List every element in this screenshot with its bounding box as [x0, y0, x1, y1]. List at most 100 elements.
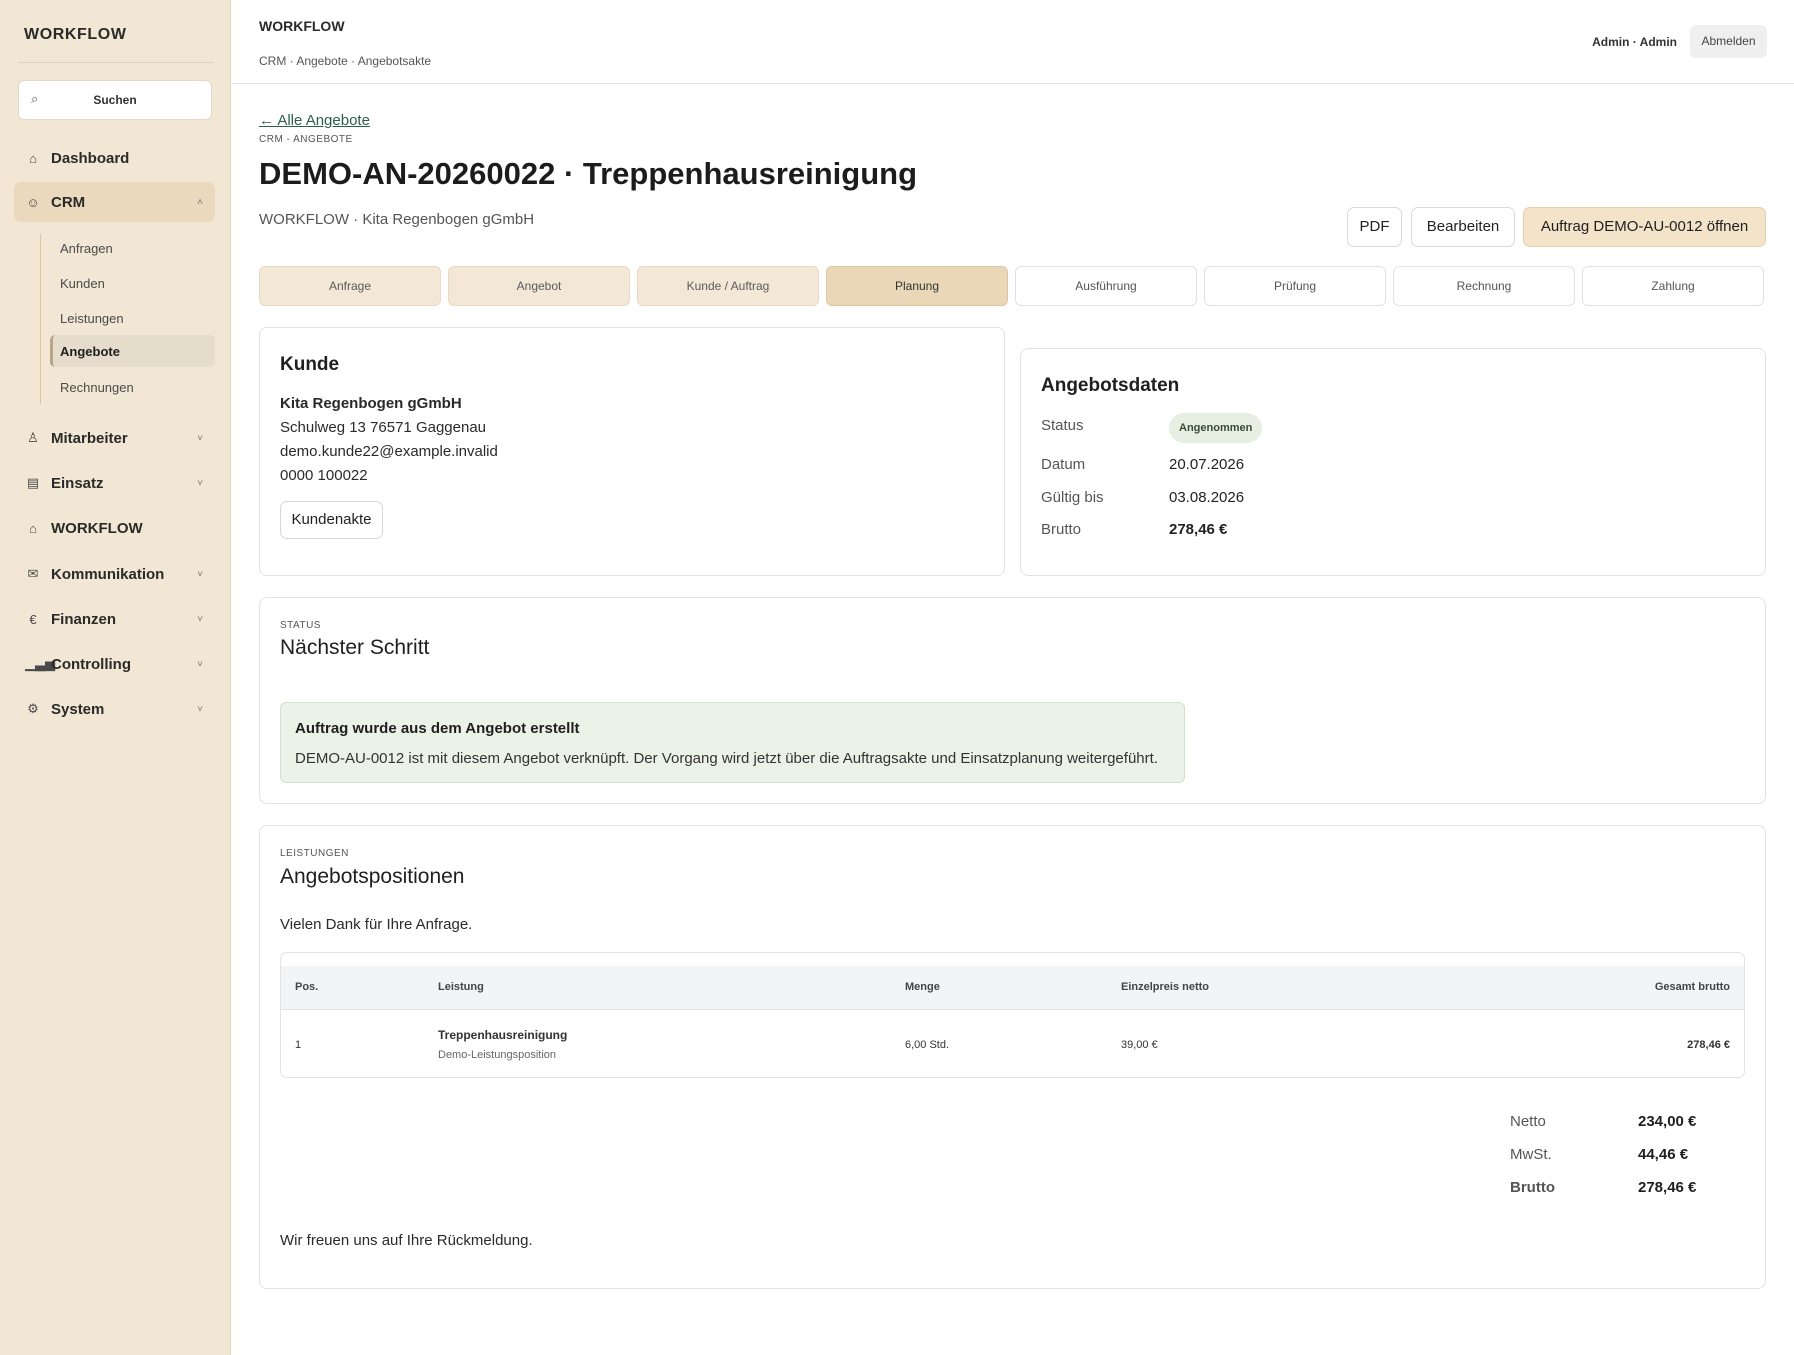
column-header-menge: Menge — [905, 981, 940, 993]
home-icon: ⌂ — [29, 520, 37, 536]
column-header-gesamt: Gesamt brutto — [1654, 981, 1730, 993]
sidebar-brand: WORKFLOW — [24, 26, 127, 43]
step-pruefung[interactable]: Prüfung — [1204, 266, 1386, 306]
pdf-button[interactable]: PDF — [1347, 207, 1402, 247]
gear-icon: ⚙ — [27, 701, 39, 716]
chevron-down-icon: ˅ — [197, 658, 203, 670]
next-step-eyebrow: STATUS — [280, 620, 321, 631]
mail-icon: ✉ — [27, 566, 39, 581]
offer-data-card: Angebotsdaten Status Angenommen Datum 20… — [1020, 348, 1766, 576]
step-anfrage[interactable]: Anfrage — [259, 266, 441, 306]
column-header-pos: Pos. — [295, 981, 319, 993]
sidebar-item-crm[interactable]: ☺ CRM ˄ — [14, 182, 215, 222]
sidebar-item-label: Finanzen — [51, 610, 117, 628]
step-rechnung[interactable]: Rechnung — [1393, 266, 1575, 306]
step-zahlung[interactable]: Zahlung — [1582, 266, 1764, 306]
search-input[interactable]: ⌕ Suchen — [18, 80, 212, 120]
offer-heading: Angebotsdaten — [1041, 375, 1180, 396]
sidebar-item-label: Dashboard — [51, 149, 130, 167]
positions-table: Pos. Leistung Menge Einzelpreis netto Ge… — [280, 952, 1745, 1078]
sidebar-item-kommunikation[interactable]: ✉ Kommunikation ˅ — [14, 554, 215, 594]
step-planung[interactable]: Planung — [826, 266, 1008, 306]
sidebar-item-dashboard[interactable]: ⌂ Dashboard — [14, 138, 215, 178]
total-netto-label: Netto — [1510, 1113, 1546, 1130]
sidebar-item-label: Controlling — [51, 655, 131, 673]
valid-label: Gültig bis — [1041, 489, 1104, 506]
sidebar-subitem-rechnungen[interactable]: Rechnungen — [50, 371, 215, 403]
customer-phone: 0000 100022 — [280, 467, 368, 484]
sidebar-item-finanzen[interactable]: € Finanzen ˅ — [14, 599, 215, 639]
next-step-heading: Nächster Schritt — [280, 636, 430, 659]
order-created-notice: Auftrag wurde aus dem Angebot erstellt D… — [280, 702, 1185, 783]
status-badge: Angenommen — [1169, 413, 1263, 443]
total-mwst-value: 44,46 € — [1638, 1146, 1689, 1163]
sidebar-item-controlling[interactable]: ▁▃▅ Controlling ˅ — [14, 644, 215, 684]
page-eyebrow: CRM - ANGEBOTE — [259, 134, 353, 145]
cell-leistung-desc: Demo-Leistungsposition — [438, 1049, 557, 1061]
back-link[interactable]: ← Alle Angebote — [259, 112, 370, 129]
sidebar-subitem-angebote[interactable]: Angebote — [50, 335, 215, 367]
positions-heading: Angebotspositionen — [280, 865, 465, 888]
total-brutto-label: Brutto — [1510, 1179, 1555, 1196]
sidebar-item-mitarbeiter[interactable]: ♙ Mitarbeiter ˅ — [14, 418, 215, 458]
customer-heading: Kunde — [280, 354, 340, 375]
customer-address: Schulweg 13 76571 Gaggenau — [280, 419, 487, 436]
customer-name: Kita Regenbogen gGmbH — [280, 395, 462, 412]
sidebar-item-label: Einsatz — [51, 474, 104, 492]
sidebar-item-label: System — [51, 700, 105, 718]
total-netto-value: 234,00 € — [1638, 1113, 1697, 1130]
sidebar-item-label: CRM — [51, 193, 86, 211]
sidebar-subitem-leistungen[interactable]: Leistungen — [50, 302, 215, 334]
cell-pos: 1 — [295, 1039, 302, 1051]
step-kunde-auftrag[interactable]: Kunde / Auftrag — [637, 266, 819, 306]
submenu-rail — [40, 234, 41, 404]
chevron-down-icon: ˅ — [197, 613, 203, 625]
sidebar-item-label: Kommunikation — [51, 565, 165, 583]
subitem-label: Angebote — [60, 344, 120, 359]
workflow-steps: Anfrage Angebot Kunde / Auftrag Planung … — [259, 266, 1766, 306]
customer-card: Kunde Kita Regenbogen gGmbH Schulweg 13 … — [259, 327, 1005, 576]
total-brutto-value: 278,46 € — [1638, 1179, 1697, 1196]
date-label: Datum — [1041, 456, 1086, 473]
calendar-icon: ▤ — [26, 475, 40, 490]
sidebar-subitem-kunden[interactable]: Kunden — [50, 267, 215, 299]
edit-button[interactable]: Bearbeiten — [1411, 207, 1515, 247]
home-icon: ⌂ — [29, 150, 37, 166]
sidebar-subitem-anfragen[interactable]: Anfragen — [50, 232, 215, 264]
sidebar-item-workflow[interactable]: ⌂ WORKFLOW — [14, 508, 215, 548]
column-header-leistung: Leistung — [438, 981, 484, 993]
chevron-down-icon: ˅ — [197, 432, 203, 444]
positions-intro: Vielen Dank für Ihre Anfrage. — [280, 916, 473, 933]
notice-title: Auftrag wurde aus dem Angebot erstellt — [295, 720, 580, 737]
sidebar-item-system[interactable]: ⚙ System ˅ — [14, 689, 215, 729]
next-step-card: STATUS Nächster Schritt Auftrag wurde au… — [259, 597, 1766, 804]
total-mwst-label: MwSt. — [1510, 1146, 1552, 1163]
open-order-button[interactable]: Auftrag DEMO-AU-0012 öffnen — [1523, 207, 1766, 247]
topbar: WORKFLOW CRM · Angebote · Angebotsakte A… — [231, 0, 1794, 84]
subitem-label: Anfragen — [60, 241, 113, 256]
date-value: 20.07.2026 — [1169, 456, 1245, 473]
notice-text: DEMO-AU-0012 ist mit diesem Angebot verk… — [295, 750, 1158, 767]
status-label: Status — [1041, 417, 1084, 434]
logout-button[interactable]: Abmelden — [1690, 25, 1767, 58]
user-icon: ♙ — [27, 430, 39, 445]
chevron-up-icon: ˄ — [197, 196, 203, 208]
app-title: WORKFLOW — [259, 18, 345, 34]
valid-value: 03.08.2026 — [1169, 489, 1245, 506]
cell-leistung: Treppenhausreinigung — [438, 1028, 568, 1042]
subitem-label: Kunden — [60, 276, 105, 291]
user-name: Admin · Admin — [1592, 35, 1677, 49]
sidebar-item-label: WORKFLOW — [51, 519, 143, 537]
step-ausfuehrung[interactable]: Ausführung — [1015, 266, 1197, 306]
customer-file-button[interactable]: Kundenakte — [280, 501, 383, 539]
cell-einzelpreis: 39,00 € — [1121, 1039, 1158, 1051]
bar-chart-icon: ▁▃▅ — [25, 656, 55, 671]
subitem-label: Leistungen — [60, 311, 124, 326]
sidebar-item-einsatz[interactable]: ▤ Einsatz ˅ — [14, 463, 215, 503]
positions-eyebrow: LEISTUNGEN — [280, 848, 349, 859]
sidebar-item-label: Mitarbeiter — [51, 429, 128, 447]
positions-outro: Wir freuen uns auf Ihre Rückmeldung. — [280, 1232, 533, 1249]
breadcrumb: CRM · Angebote · Angebotsakte — [259, 54, 432, 68]
step-angebot[interactable]: Angebot — [448, 266, 630, 306]
cell-menge: 6,00 Std. — [905, 1039, 950, 1051]
